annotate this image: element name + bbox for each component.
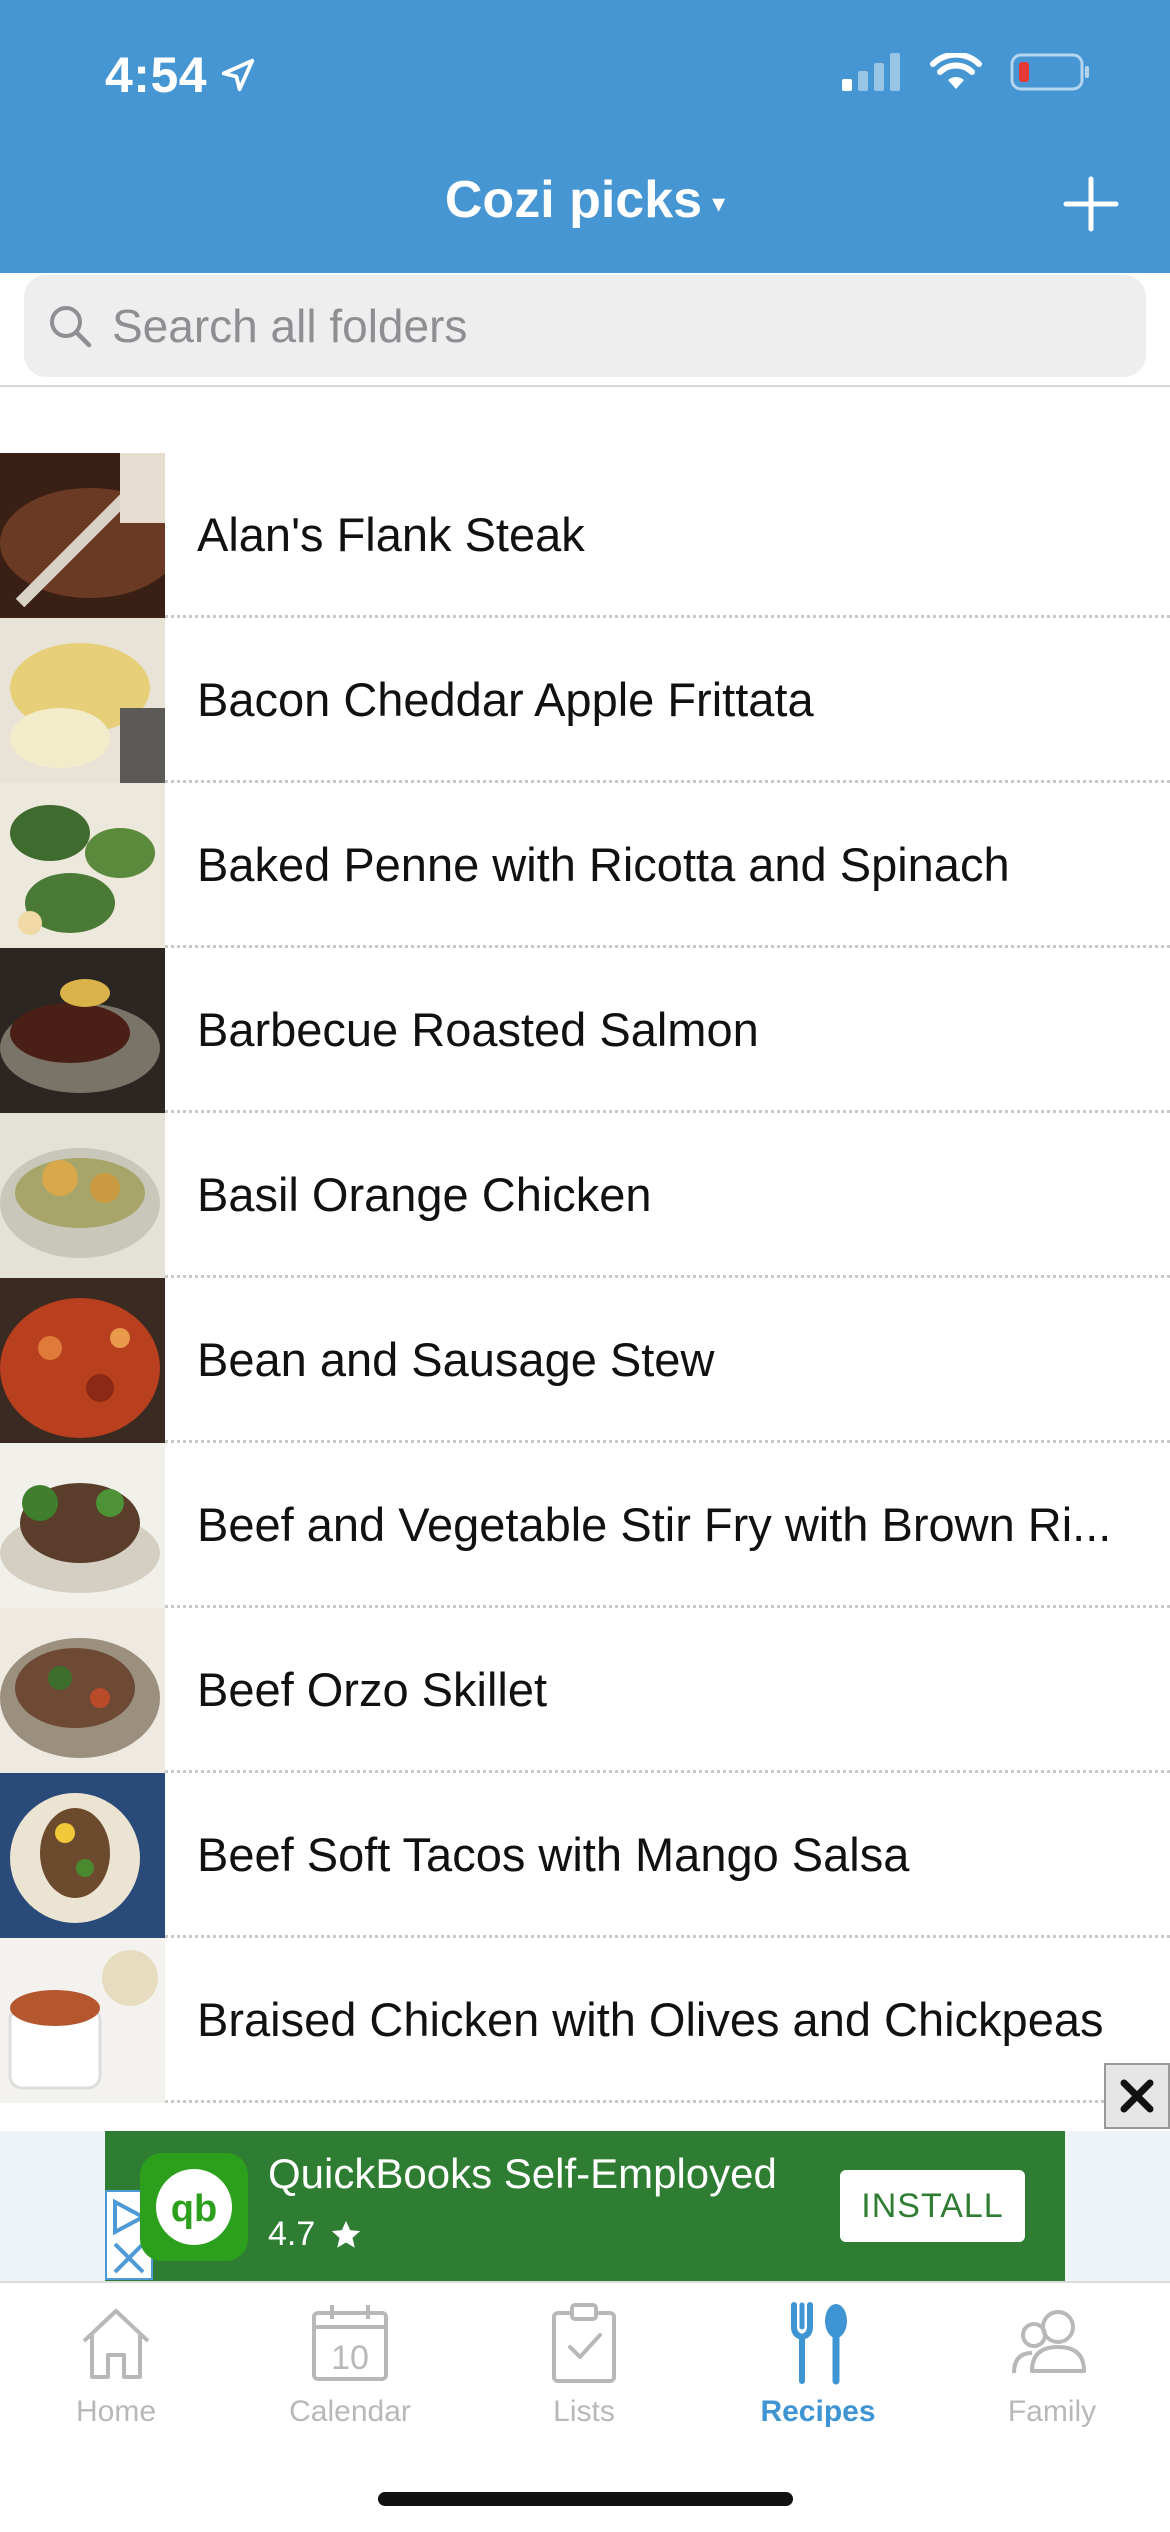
search-field[interactable] bbox=[24, 275, 1146, 377]
star-icon bbox=[332, 2220, 361, 2248]
search-icon bbox=[50, 306, 92, 348]
recipe-name: Bean and Sausage Stew bbox=[165, 1278, 1170, 1443]
recipe-name: Alan's Flank Steak bbox=[165, 453, 1170, 618]
recipe-name: Beef Soft Tacos with Mango Salsa bbox=[165, 1773, 1170, 1938]
ad-close-button[interactable] bbox=[1104, 2063, 1170, 2129]
list-item[interactable]: Beef Orzo Skillet bbox=[0, 1608, 1170, 1773]
tab-label: Lists bbox=[553, 2395, 615, 2428]
recipe-name: Braised Chicken with Olives and Chickpea… bbox=[165, 1938, 1170, 2103]
list-item[interactable]: Bacon Cheddar Apple Frittata bbox=[0, 618, 1170, 783]
recipe-list: Alan's Flank Steak Bacon Cheddar Apple F… bbox=[0, 453, 1170, 2103]
quickbooks-logo: qb bbox=[140, 2153, 248, 2261]
recipe-thumbnail bbox=[0, 1443, 165, 1608]
tab-recipes[interactable]: Recipes bbox=[718, 2301, 918, 2429]
list-item[interactable]: Barbecue Roasted Salmon bbox=[0, 948, 1170, 1113]
list-item[interactable]: Bean and Sausage Stew bbox=[0, 1278, 1170, 1443]
list-item[interactable]: Beef and Vegetable Stir Fry with Brown R… bbox=[0, 1443, 1170, 1608]
ad-rating-value: 4.7 bbox=[268, 2215, 316, 2253]
recipe-thumbnail bbox=[0, 1773, 165, 1938]
home-icon bbox=[82, 2309, 150, 2379]
recipe-thumbnail bbox=[0, 618, 165, 783]
ad-title: QuickBooks Self-Employed bbox=[268, 2150, 777, 2197]
ad-rating: 4.7 bbox=[268, 2215, 363, 2254]
svg-text:qb: qb bbox=[171, 2188, 217, 2230]
fork-spoon-icon bbox=[791, 2302, 847, 2385]
svg-text:10: 10 bbox=[331, 2339, 369, 2377]
list-item[interactable]: Beef Soft Tacos with Mango Salsa bbox=[0, 1773, 1170, 1938]
recipe-name: Basil Orange Chicken bbox=[165, 1113, 1170, 1278]
close-icon bbox=[1120, 2079, 1154, 2113]
recipe-thumbnail bbox=[0, 453, 165, 618]
tab-label: Calendar bbox=[289, 2395, 411, 2428]
recipe-thumbnail bbox=[0, 1278, 165, 1443]
plus-icon[interactable] bbox=[1062, 175, 1120, 233]
recipe-thumbnail bbox=[0, 1938, 165, 2103]
list-item[interactable]: Braised Chicken with Olives and Chickpea… bbox=[0, 1938, 1170, 2103]
signal-icon bbox=[842, 53, 900, 91]
battery-low-icon bbox=[1010, 53, 1089, 91]
search-input[interactable] bbox=[112, 299, 1112, 353]
recipe-name: Barbecue Roasted Salmon bbox=[165, 948, 1170, 1113]
recipe-thumbnail bbox=[0, 1608, 165, 1773]
recipe-thumbnail bbox=[0, 948, 165, 1113]
tab-label: Home bbox=[75, 2395, 157, 2428]
status-time: 4:54 bbox=[105, 47, 208, 103]
list-item[interactable]: Alan's Flank Steak bbox=[0, 453, 1170, 618]
recipe-name: Baked Penne with Ricotta and Spinach bbox=[165, 783, 1170, 948]
recipe-name: Bacon Cheddar Apple Frittata bbox=[165, 618, 1170, 783]
calendar-icon: 10 bbox=[312, 2305, 388, 2381]
wifi-icon bbox=[930, 53, 982, 89]
home-indicator[interactable] bbox=[378, 2492, 793, 2506]
tab-label: Family bbox=[1007, 2395, 1097, 2428]
tab-family[interactable]: Family bbox=[952, 2301, 1152, 2429]
tab-home[interactable]: Home bbox=[16, 2301, 216, 2429]
status-time-group: 4:54 bbox=[105, 46, 257, 104]
ad-install-button[interactable]: INSTALL bbox=[840, 2170, 1025, 2242]
status-icons bbox=[842, 52, 1090, 92]
chevron-down-icon: ▾ bbox=[712, 187, 726, 218]
search-bar bbox=[0, 273, 1170, 387]
tab-calendar[interactable]: 10 Calendar bbox=[250, 2301, 450, 2429]
location-arrow-icon bbox=[221, 58, 255, 92]
list-item[interactable]: Baked Penne with Ricotta and Spinach bbox=[0, 783, 1170, 948]
recipe-thumbnail bbox=[0, 783, 165, 948]
list-item[interactable]: Basil Orange Chicken bbox=[0, 1113, 1170, 1278]
recipe-thumbnail bbox=[0, 1113, 165, 1278]
app-header: 4:54 Cozi picks ▾ bbox=[0, 0, 1170, 273]
people-icon bbox=[1012, 2310, 1086, 2374]
page-title: Cozi picks bbox=[444, 171, 703, 229]
recipe-name: Beef and Vegetable Stir Fry with Brown R… bbox=[165, 1443, 1170, 1608]
recipe-name: Beef Orzo Skillet bbox=[165, 1608, 1170, 1773]
tab-lists[interactable]: Lists bbox=[484, 2301, 684, 2429]
tab-label: Recipes bbox=[760, 2395, 876, 2428]
clipboard-check-icon bbox=[552, 2303, 616, 2383]
folder-picker[interactable]: Cozi picks ▾ bbox=[0, 170, 1170, 230]
